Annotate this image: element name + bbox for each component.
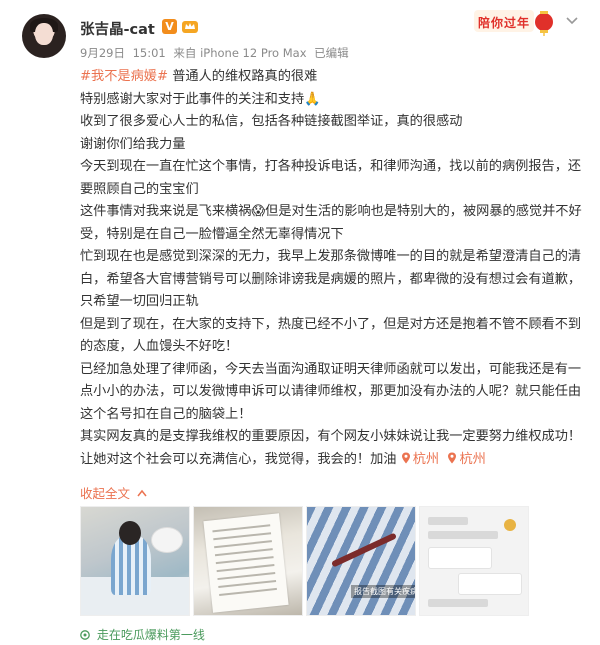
post-line: 已经加急处理了律师函，今天去当面沟通取证明天律师函就可以发出，可能我还是有一点小…	[80, 361, 582, 422]
verified-badge-icon: V	[162, 19, 177, 34]
location-pin-icon	[448, 452, 457, 463]
post-line: 但是到了现在，在大家的支持下，热度已经不小了，但是对方还是抱着不管不顾看不到的态…	[80, 316, 582, 355]
document-line	[214, 548, 273, 557]
chat-bubble	[458, 573, 522, 595]
post-line: 特别感谢大家对于此事件的关注和支持🙏	[80, 91, 321, 107]
hashtag-link[interactable]: #我不是病媛#	[80, 69, 168, 84]
promo-text: 陪你过年	[478, 16, 531, 30]
document-line	[215, 556, 274, 565]
document-line	[216, 564, 275, 573]
patient-head	[119, 521, 141, 545]
post-line: 其实网友真的是支撑我维权的重要原因，有个网友小妹妹说让我一定要努力维权成功！让她…	[80, 426, 585, 471]
post-time[interactable]: 15:01	[133, 46, 166, 60]
post-line: 谢谢你们给我力量	[80, 136, 186, 152]
footer-text: 走在吃瓜爆料第一线	[96, 628, 205, 642]
avatar[interactable]	[22, 14, 66, 58]
post-line: 今天到现在一直在忙这个事情，打各种投诉电话，和律师沟通，找以前的病例报告，还要照…	[80, 159, 582, 197]
location-text: 杭州	[459, 451, 486, 467]
post-image-4[interactable]	[419, 506, 529, 616]
post-content: #我不是病媛# 普通人的维权路真的很难 特别感谢大家对于此事件的关注和支持🙏 收…	[80, 66, 585, 471]
plush-toy	[151, 527, 183, 553]
post-image-1[interactable]	[80, 506, 190, 616]
post-line: 收到了很多爱心人士的私信，包括各种链接截图举证，真的很感动	[80, 114, 463, 129]
post-line-text: 普通人的维权路真的很难	[168, 69, 318, 84]
location-pin-icon	[401, 452, 410, 463]
document-line	[212, 524, 271, 533]
chevron-down-icon[interactable]	[566, 16, 578, 26]
post-line: 忙到现在也是感觉到深深的无力，我早上发那条微博唯一的目的就是希望澄清自己的清白，…	[80, 249, 582, 309]
chat-line	[428, 517, 468, 525]
image-caption: 报告截图有关疾病	[351, 585, 415, 598]
crown-badge-icon	[182, 21, 198, 33]
location-text: 杭州	[412, 451, 440, 467]
post-source: 来自 iPhone 12 Pro Max	[173, 46, 307, 60]
document-line	[218, 579, 277, 589]
sprout-icon	[80, 630, 90, 640]
post-image-3[interactable]: 报告截图有关疾病	[306, 506, 416, 616]
weibo-post: 张吉晶-cat V 9月29日 15:01 来自 iPhone 12 Pro M…	[0, 0, 600, 645]
document-line	[214, 540, 272, 549]
promo-banner[interactable]: 陪你过年	[474, 6, 558, 36]
username[interactable]: 张吉晶-cat	[80, 18, 155, 39]
footer-source[interactable]: 走在吃瓜爆料第一线	[80, 626, 205, 643]
chat-avatar-icon	[504, 519, 516, 531]
medical-document	[203, 513, 289, 613]
location-link[interactable]: 杭州	[447, 451, 486, 467]
post-image-2[interactable]	[193, 506, 303, 616]
post-meta: 9月29日 15:01 来自 iPhone 12 Pro Max 已编辑	[80, 45, 353, 61]
collapse-button[interactable]: 收起全文	[80, 483, 147, 502]
medical-tube	[331, 532, 397, 568]
chat-bubble	[428, 547, 492, 569]
post-date[interactable]: 9月29日	[80, 46, 125, 60]
chevron-up-icon	[137, 489, 147, 497]
chat-line	[428, 531, 498, 539]
document-line	[213, 532, 272, 541]
post-line: #我不是病媛# 普通人的维权路真的很难	[80, 66, 585, 89]
document-line	[219, 587, 277, 596]
post-line-text: 其实网友真的是支撑我维权的重要原因，有个网友小妹妹说让我一定要努力维权成功！让她…	[80, 429, 582, 467]
location-link[interactable]: 杭州	[401, 452, 439, 467]
chat-line	[428, 599, 488, 607]
post-line: 这件事情对我来说是飞来横祸😱但是对生活的影响也是特别大的，被网暴的感觉并不好受，…	[80, 204, 582, 242]
collapse-label: 收起全文	[80, 486, 131, 501]
document-line	[217, 572, 276, 581]
avatar-face	[35, 23, 53, 45]
edited-label[interactable]: 已编辑	[314, 46, 349, 60]
